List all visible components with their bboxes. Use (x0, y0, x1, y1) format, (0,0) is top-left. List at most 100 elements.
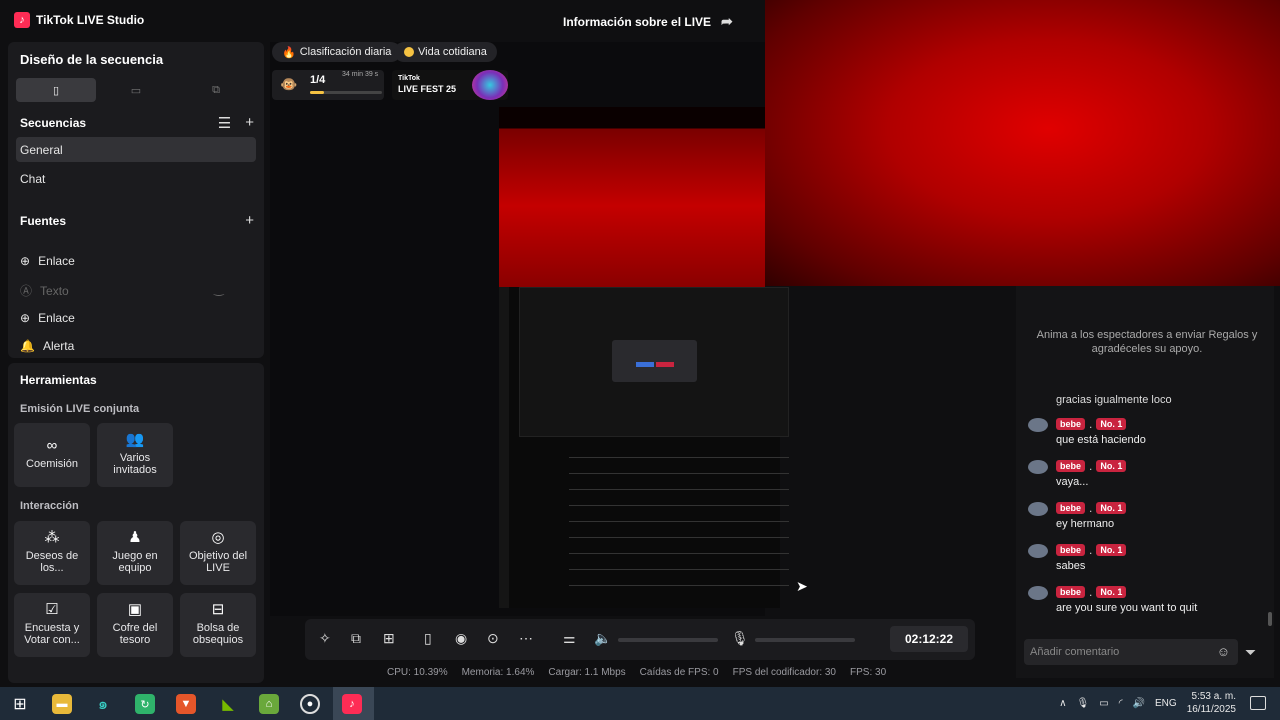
app-title: TikTok LIVE Studio (36, 13, 145, 27)
dual-layout-button[interactable]: ⧉ (176, 78, 256, 102)
chat-message[interactable]: bebe. No. 1 ey hermano (1028, 500, 1268, 536)
source-item-link-2[interactable]: ⊕ Enlace (20, 311, 75, 325)
settings-sliders-icon[interactable]: ⚌ (563, 630, 576, 647)
source-item-alert[interactable]: 🔔 Alerta (20, 339, 74, 353)
rank-progress-track (310, 91, 382, 94)
rank-progress-fill (310, 91, 325, 94)
landscape-layout-button[interactable]: ▭ (96, 78, 176, 102)
gift-bag-tile[interactable]: ⊟ Bolsa de obsequios (180, 593, 256, 657)
chat-message[interactable]: bebe. No. 1 are you sure you want to quit (1028, 584, 1268, 620)
source-item-text[interactable]: Ⓐ Texto (20, 282, 69, 299)
multi-guest-tile[interactable]: 👥 Varios invitados (97, 423, 173, 487)
language-indicator[interactable]: ENG (1155, 698, 1177, 709)
brave-browser-icon[interactable]: ▼ (176, 694, 196, 714)
chat-scrollbar[interactable] (1268, 612, 1272, 626)
daily-ranking-pill[interactable]: 🔥 Clasificación diaria (272, 42, 402, 62)
sequence-item-general[interactable]: General (20, 143, 63, 157)
tile-label: Deseos de los... (25, 550, 79, 574)
wishes-tile[interactable]: ⁂ Deseos de los... (14, 521, 90, 585)
obs-icon[interactable]: ● (300, 694, 320, 714)
tile-label: Encuesta y Votar con... (24, 622, 80, 646)
gift-hint: Anima a los espectadores a enviar Regalo… (1036, 329, 1258, 355)
cpu-stat: CPU: 10.39% (387, 667, 448, 678)
record-icon[interactable]: ◉ (455, 630, 467, 647)
fest-label-2: LIVE FEST 25 (398, 84, 457, 94)
source-item-link[interactable]: ⊕ Enlace (20, 254, 75, 268)
sequence-item-chat[interactable]: Chat (20, 172, 45, 186)
message-text: que está haciendo (1056, 434, 1146, 446)
user-badge: bebe (1056, 502, 1086, 514)
hidden-eye-icon[interactable]: ‿ (214, 282, 224, 296)
spiral-app-icon[interactable]: ๑ (93, 694, 113, 714)
chat-message[interactable]: bebe. No. 1 que está haciendo (1028, 416, 1268, 452)
clock-time: 5:53 a. m. (1191, 691, 1236, 702)
rank-badge: No. 1 (1096, 502, 1127, 514)
encoder-fps-stat: FPS del codificador: 30 (732, 667, 836, 678)
share-icon: ➦ (721, 13, 733, 29)
sequence-label: General (20, 143, 63, 157)
live-goal-tile[interactable]: ◎ Objetivo del LIVE (180, 521, 256, 585)
sequences-actions: ☰ + (218, 114, 254, 132)
team-game-tile[interactable]: ♟ Juego en equipo (97, 521, 173, 585)
source-label: Alerta (42, 339, 75, 353)
live-info-button[interactable]: Información sobre el LIVE ➦ (563, 13, 733, 30)
flame-icon: 🔥 (282, 46, 296, 59)
more-icon[interactable]: ⋯ (519, 630, 533, 647)
rank-badge: No. 1 (1096, 460, 1127, 472)
green-app-icon[interactable]: ↻ (135, 694, 155, 714)
category-pill[interactable]: Vida cotidiana (394, 42, 497, 62)
clock[interactable]: 5:53 a. m. 16/11/2025 (1187, 690, 1236, 716)
comment-input[interactable]: Añadir comentario ☺ (1024, 639, 1238, 665)
landscape-icon: ▭ (130, 84, 142, 97)
chat-message[interactable]: bebe. No. 1 vaya... (1028, 458, 1268, 494)
notifications-icon[interactable] (1250, 696, 1266, 710)
nvidia-icon[interactable]: ◣ (218, 694, 238, 714)
captured-chat-line (569, 506, 789, 522)
colive-group-label: Emisión LIVE conjunta (20, 403, 140, 415)
magic-wand-icon[interactable]: ✧ (319, 630, 331, 647)
speaker-icon[interactable]: 🔈 (594, 630, 611, 647)
scene-panel-title: Diseño de la secuencia (20, 52, 164, 67)
camera-switch-icon[interactable]: ⊙ (487, 630, 499, 647)
chevron-up-icon[interactable]: ∧ (1059, 698, 1066, 709)
emoji-icon[interactable]: ☺ (1217, 644, 1230, 659)
fest-logo (472, 70, 508, 100)
camera-video-feed (765, 0, 1280, 286)
windows-start-icon[interactable]: ⊞ (10, 694, 30, 714)
category-icon (404, 47, 414, 57)
cohost-tile[interactable]: ∞ Coemisión (14, 423, 90, 487)
add-source-icon[interactable]: + (245, 212, 254, 229)
message-text: ey hermano (1056, 518, 1115, 530)
battery-icon[interactable]: ▭ (1099, 698, 1108, 709)
wifi-icon[interactable]: ◜ (1119, 698, 1123, 709)
treasure-chest-tile[interactable]: ▣ Cofre del tesoro (97, 593, 173, 657)
tiktok-live-studio-taskbar-icon[interactable]: ♪ (342, 694, 362, 714)
memory-stat: Memoria: 1.64% (461, 667, 535, 678)
microphone-icon[interactable]: 🎙 (731, 630, 749, 647)
phone-icon[interactable]: ▯ (424, 630, 432, 647)
android-app-icon[interactable]: ⌂ (259, 694, 279, 714)
effects-icon[interactable]: ⧉ (351, 630, 361, 647)
chat-message[interactable]: bebe. No. 1 sabes (1028, 542, 1268, 578)
list-icon[interactable]: ☰ (218, 114, 231, 132)
poll-tile[interactable]: ☑ Encuesta y Votar con... (14, 593, 90, 657)
chest-icon: ▣ (127, 601, 143, 618)
tile-label: Bolsa de obsequios (192, 622, 244, 646)
portrait-layout-button[interactable]: ▯ (16, 78, 96, 102)
file-explorer-icon[interactable]: ▬ (52, 694, 72, 714)
filter-icon[interactable]: ⏷ (1245, 644, 1256, 661)
microphone-tray-icon[interactable]: 🎙 (1077, 698, 1090, 709)
chat-panel: Anima a los espectadores a enviar Regalo… (1016, 286, 1274, 678)
live-fest-banner[interactable]: TikTok LIVE FEST 25 (392, 70, 508, 100)
mic-volume-slider[interactable] (755, 638, 855, 642)
separator: . (1089, 585, 1093, 599)
source-label: Texto (40, 283, 69, 298)
volume-icon[interactable]: 🔊 (1133, 698, 1145, 709)
user-badge: bebe (1056, 544, 1086, 556)
ranking-widget[interactable]: 🐵 1/4 34 min 39 s (272, 70, 384, 100)
link-icon: ∞ (46, 437, 58, 454)
rank-badge: No. 1 (1096, 586, 1127, 598)
add-sequence-icon[interactable]: + (245, 114, 254, 132)
speaker-volume-slider[interactable] (618, 638, 718, 642)
layout-icon[interactable]: ⊞ (383, 630, 395, 647)
